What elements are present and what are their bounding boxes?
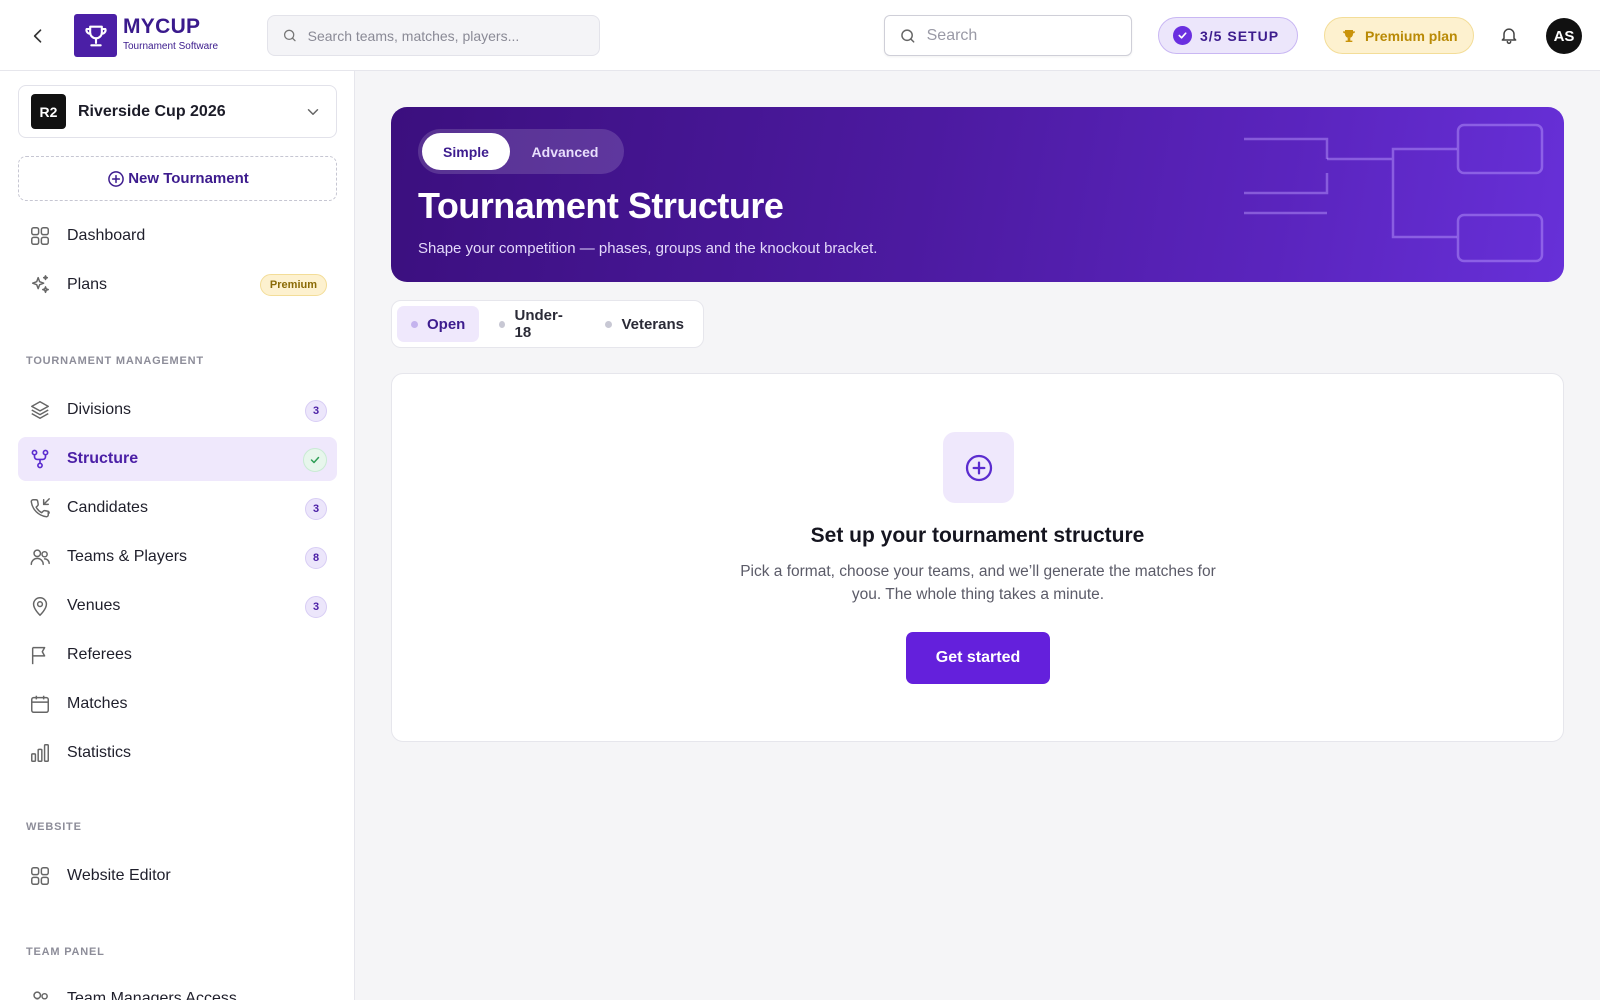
- premium-plan-pill[interactable]: Premium plan: [1324, 17, 1474, 54]
- empty-state-card: Set up your tournament structure Pick a …: [391, 373, 1564, 742]
- setup-progress-pill[interactable]: 3/5 SETUP: [1158, 17, 1298, 54]
- setup-progress-label: 3/5 SETUP: [1200, 27, 1280, 44]
- sidebar-item-team-managers-access[interactable]: Team Managers Access: [18, 977, 337, 1000]
- section-heading-website: WEBSITE: [26, 821, 82, 833]
- sidebar-item-dashboard[interactable]: Dashboard: [18, 214, 337, 258]
- sidebar-item-label: Referees: [67, 646, 132, 663]
- flag-icon: [28, 643, 52, 667]
- check-circle-icon: [1173, 26, 1192, 45]
- tab-open[interactable]: Open: [397, 306, 480, 342]
- tab-under-18[interactable]: Under-18: [485, 306, 585, 342]
- toggle-simple[interactable]: Simple: [422, 133, 510, 170]
- phone-incoming-icon: [28, 496, 52, 520]
- sidebar-item-candidates[interactable]: Candidates 3: [18, 486, 337, 530]
- sparkles-icon: [28, 273, 52, 297]
- users-icon: [28, 987, 52, 1000]
- sidebar-item-label: Team Managers Access: [67, 990, 237, 1000]
- sidebar-item-divisions[interactable]: Divisions 3: [18, 388, 337, 432]
- empty-state-title: Set up your tournament structure: [810, 524, 1145, 547]
- tab-label: Open: [427, 315, 466, 333]
- global-search[interactable]: [267, 15, 600, 56]
- sidebar-item-teams-players[interactable]: Teams & Players 8: [18, 535, 337, 579]
- bar-chart-icon: [28, 741, 52, 765]
- map-pin-icon: [28, 594, 52, 618]
- status-dot: [499, 320, 506, 328]
- mode-toggle: Simple Advanced: [418, 129, 624, 174]
- premium-plan-label: Premium plan: [1365, 27, 1458, 44]
- page-subtitle: Shape your competition — phases, groups …: [418, 240, 878, 257]
- plus-circle-icon: [108, 170, 125, 187]
- count-badge: 3: [305, 498, 327, 520]
- notifications-button[interactable]: [1496, 22, 1522, 48]
- sidebar-item-structure[interactable]: Structure: [18, 437, 337, 481]
- sidebar-item-label: Candidates: [67, 499, 148, 516]
- tab-label: Under-18: [514, 307, 563, 341]
- sidebar-item-label: Divisions: [67, 401, 132, 418]
- check-icon: [303, 448, 327, 472]
- grid-icon: [28, 224, 52, 248]
- tournament-selector[interactable]: R2 Riverside Cup 2026: [18, 85, 337, 138]
- sidebar-item-label: Plans: [67, 276, 108, 293]
- search-icon: [283, 29, 296, 42]
- get-started-button[interactable]: Get started: [906, 632, 1050, 684]
- chevron-down-icon: [307, 109, 319, 115]
- global-search-input[interactable]: [307, 27, 599, 44]
- status-dot: [411, 320, 418, 328]
- empty-state-description: Pick a format, choose your teams, and we…: [740, 563, 1216, 603]
- count-badge: 3: [305, 596, 327, 618]
- sidebar-item-label: Statistics: [67, 744, 132, 761]
- sidebar-item-label: Structure: [67, 450, 139, 467]
- back-button[interactable]: [22, 20, 54, 52]
- top-bar: MYCUP Tournament Software 3/5 SETUP Prem…: [0, 0, 1600, 71]
- tournament-name: Riverside Cup 2026: [78, 102, 226, 120]
- sidebar-item-venues[interactable]: Venues 3: [18, 584, 337, 628]
- layers-icon: [28, 398, 52, 422]
- tab-veterans[interactable]: Veterans: [591, 306, 698, 342]
- hero-banner: Simple Advanced Tournament Structure Sha…: [391, 107, 1564, 282]
- premium-badge: Premium: [259, 274, 327, 296]
- user-avatar[interactable]: AS: [1546, 18, 1582, 54]
- section-heading-tournament-management: TOURNAMENT MANAGEMENT: [26, 355, 204, 367]
- trophy-icon: [84, 25, 107, 46]
- sidebar-item-label: Dashboard: [67, 227, 146, 244]
- sidebar-item-website-editor[interactable]: Website Editor: [18, 854, 337, 898]
- status-dot: [605, 320, 613, 328]
- secondary-search-input[interactable]: [926, 26, 1131, 45]
- new-tournament-label: New Tournament: [128, 170, 249, 187]
- count-badge: 8: [305, 547, 327, 569]
- count-badge: 3: [305, 400, 327, 422]
- trophy-icon: [1343, 29, 1355, 42]
- secondary-search[interactable]: [884, 15, 1132, 56]
- sidebar-item-label: Website Editor: [67, 867, 171, 884]
- section-heading-team-panel: TEAM PANEL: [26, 946, 105, 958]
- bell-icon: [1501, 28, 1517, 45]
- sidebar-item-matches[interactable]: Matches: [18, 682, 337, 726]
- users-icon: [28, 545, 52, 569]
- sidebar-item-label: Venues: [67, 597, 121, 614]
- calendar-icon: [28, 692, 52, 716]
- bracket-illustration: [1244, 123, 1544, 263]
- chevron-left-icon: [33, 29, 42, 43]
- branch-icon: [28, 447, 52, 471]
- sidebar-item-plans[interactable]: Plans Premium: [18, 263, 337, 307]
- division-tabs: Open Under-18 Veterans: [391, 300, 704, 348]
- logo-subtitle: Tournament Software: [123, 41, 219, 52]
- new-tournament-button[interactable]: New Tournament: [18, 156, 337, 201]
- toggle-advanced[interactable]: Advanced: [510, 133, 620, 170]
- page-title: Tournament Structure: [418, 185, 784, 226]
- sidebar-item-label: Teams & Players: [67, 548, 188, 565]
- plus-circle-icon: [943, 432, 1014, 503]
- sidebar-item-referees[interactable]: Referees: [18, 633, 337, 677]
- sidebar: R2 Riverside Cup 2026 New Tournament Das…: [0, 71, 355, 1000]
- sidebar-item-label: Matches: [67, 695, 128, 712]
- search-icon: [901, 28, 915, 43]
- sidebar-item-statistics[interactable]: Statistics: [18, 731, 337, 775]
- logo-mark[interactable]: [74, 14, 117, 57]
- logo-name: MYCUP: [123, 15, 201, 38]
- tournament-badge: R2: [31, 94, 66, 129]
- grid-icon: [28, 864, 52, 888]
- tab-label: Veterans: [621, 315, 684, 333]
